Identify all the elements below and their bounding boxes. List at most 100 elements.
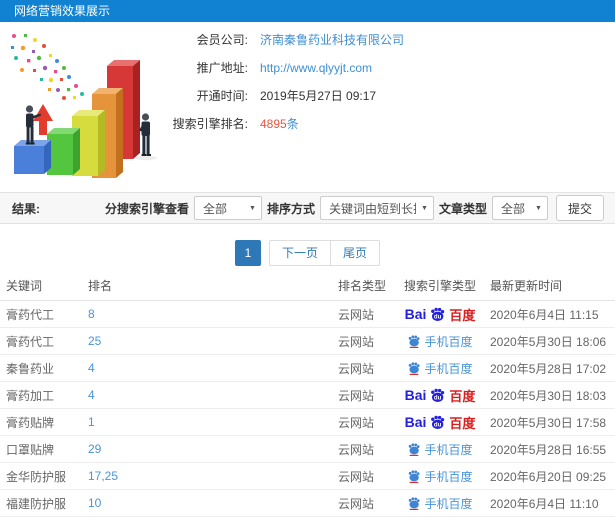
sort-filter-label: 排序方式 (266, 201, 315, 216)
table-row: 秦鲁药业 4 云网站 手机百度 2020年5月28日 17:02 (0, 355, 615, 382)
submit-button[interactable]: 提交 (555, 195, 604, 221)
article-type-label: 文章类型 (438, 201, 487, 216)
baidu-paw-icon (409, 362, 421, 375)
baidu-logo-cn: 百度 (449, 307, 476, 323)
search-engine-cell: Bai du 百度 (396, 386, 484, 405)
search-engine-cell: Bai du 百度 (396, 413, 484, 432)
sort-filter-select[interactable]: 关键词由短到长排序 ▼ (319, 196, 434, 220)
rank-link[interactable]: 8 (88, 307, 95, 321)
search-engine-cell: 手机百度 (396, 333, 484, 350)
update-time-cell: 2020年5月30日 18:06 (490, 334, 607, 349)
rank-cell: 25 (82, 334, 332, 348)
rank-type-cell: 云网站 (338, 388, 375, 403)
rank-type-cell: 云网站 (338, 361, 375, 376)
bar-chart-illustration (11, 34, 157, 178)
promo-url-link[interactable]: http://www.qlyyjt.com (260, 62, 372, 74)
rank-cell: 29 (82, 442, 332, 456)
column-engine-type: 搜索引擎类型 (404, 279, 477, 293)
mobile-baidu-label: 手机百度 (424, 334, 473, 349)
mobile-baidu-label: 手机百度 (424, 496, 473, 511)
column-rank: 排名 (88, 279, 113, 293)
svg-text:du: du (434, 395, 442, 401)
column-update-time: 最新更新时间 (490, 279, 563, 293)
rank-type-cell: 云网站 (338, 334, 375, 349)
update-time-cell: 2020年6月4日 11:10 (490, 496, 599, 511)
keyword-cell: 膏药贴牌 (6, 415, 55, 430)
rank-type-cell: 云网站 (338, 496, 375, 511)
keyword-cell: 福建防护服 (6, 496, 67, 511)
baidu-paw-icon (409, 335, 421, 348)
page-title: 网络营销效果展示 (14, 4, 111, 18)
chevron-down-icon: ▼ (535, 204, 542, 212)
rank-link[interactable]: 1 (88, 415, 95, 429)
keyword-cell: 金华防护服 (6, 469, 67, 484)
bar-green (47, 128, 80, 175)
next-page-button[interactable]: 下一页 (270, 241, 331, 265)
search-engine-cell: 手机百度 (396, 495, 484, 512)
search-engine-cell: 手机百度 (396, 468, 484, 485)
baidu-paw-icon (409, 470, 421, 483)
company-link[interactable]: 济南秦鲁药业科技有限公司 (260, 34, 404, 46)
rank-link[interactable]: 29 (88, 442, 101, 456)
engine-rank-row: 搜索引擎排名: 4895 条 (160, 118, 404, 130)
engine-filter-label: 分搜索引擎查看 (104, 201, 189, 216)
rank-cell: 1 (82, 415, 332, 429)
column-keyword: 关键词 (6, 279, 43, 293)
keyword-cell: 膏药代工 (6, 307, 55, 322)
open-time-value: 2019年5月27日 09:17 (260, 89, 377, 103)
company-row: 会员公司: 济南秦鲁药业科技有限公司 (160, 34, 404, 46)
open-time-row: 开通时间: 2019年5月27日 09:17 (160, 90, 404, 102)
rank-type-cell: 云网站 (338, 442, 375, 457)
update-time-cell: 2020年5月28日 17:02 (490, 361, 607, 376)
engine-rank-unit: 条 (286, 117, 299, 131)
rank-cell: 10 (82, 496, 332, 510)
chevron-down-icon: ▼ (421, 204, 428, 212)
results-table-body: 膏药代工 8 云网站 Bai du 百度 2020年6月4日 11:15 膏药代工 25 云网… (0, 301, 615, 520)
rank-cell: 4 (82, 388, 332, 402)
businessman-left (25, 105, 41, 145)
results-table: 关键词 排名 排名类型 搜索引擎类型 最新更新时间 膏药代工 8 云网站 Bai du… (0, 271, 615, 520)
promo-url-row: 推广地址: http://www.qlyyjt.com (160, 62, 404, 74)
filter-controls: 分搜索引擎查看 全部 ▼ 排序方式 关键词由短到长排序 ▼ 文章类型 全部 ▼ … (105, 195, 615, 221)
page-1-button[interactable]: 1 (234, 240, 261, 266)
rank-link[interactable]: 4 (88, 388, 95, 402)
engine-rank-count: 4895 (260, 117, 287, 131)
rank-link[interactable]: 4 (88, 361, 95, 375)
chevron-down-icon: ▼ (249, 204, 256, 212)
results-section-label: 结果: (12, 201, 40, 216)
baidu-paw-icon (409, 443, 421, 456)
update-time-cell: 2020年5月28日 16:55 (490, 442, 607, 457)
mobile-baidu-label: 手机百度 (424, 442, 473, 457)
baidu-logo-cn: 百度 (449, 415, 476, 431)
table-row: 膏药贴牌 1 云网站 Bai du 百度 2020年5月30日 17:58 (0, 409, 615, 436)
engine-rank-label: 搜索引擎排名: (172, 117, 248, 131)
mobile-baidu-label: 手机百度 (424, 469, 473, 484)
baidu-paw-icon: du (431, 307, 445, 321)
table-row: 膏药加工 4 云网站 Bai du 百度 2020年5月30日 18:03 (0, 382, 615, 409)
article-type-select[interactable]: 全部 ▼ (491, 196, 548, 220)
engine-filter-select[interactable]: 全部 ▼ (193, 196, 262, 220)
pagination-group: 下一页 尾页 (268, 240, 381, 266)
baidu-paw-icon: du (431, 415, 445, 429)
rank-type-cell: 云网站 (338, 307, 375, 322)
table-row: 口罩贴牌 29 云网站 手机百度 2020年5月28日 16:55 (0, 436, 615, 463)
update-time-cell: 2020年5月30日 18:03 (490, 388, 607, 403)
mobile-baidu-label: 手机百度 (424, 361, 473, 376)
rank-link[interactable]: 17,25 (88, 469, 118, 483)
table-row: 膏药代工 25 云网站 手机百度 2020年5月30日 18:06 (0, 328, 615, 355)
info-panel: 会员公司: 济南秦鲁药业科技有限公司 推广地址: http://www.qlyy… (160, 34, 404, 146)
engine-filter-value: 全部 (202, 201, 227, 216)
rank-link[interactable]: 10 (88, 496, 101, 510)
update-time-cell: 2020年6月4日 11:15 (490, 307, 599, 322)
update-time-cell: 2020年5月30日 17:58 (490, 415, 607, 430)
keyword-cell: 膏药加工 (6, 388, 55, 403)
update-time-cell: 2020年6月20日 09:25 (490, 469, 607, 484)
rank-link[interactable]: 25 (88, 334, 101, 348)
rank-type-cell: 云网站 (338, 415, 375, 430)
titlebar: 网络营销效果展示 (0, 0, 615, 22)
confetti-dots (11, 34, 84, 100)
keyword-cell: 秦鲁药业 (6, 361, 55, 376)
baidu-paw-icon (409, 497, 421, 510)
svg-text:du: du (434, 314, 442, 320)
last-page-button[interactable]: 尾页 (331, 241, 379, 265)
